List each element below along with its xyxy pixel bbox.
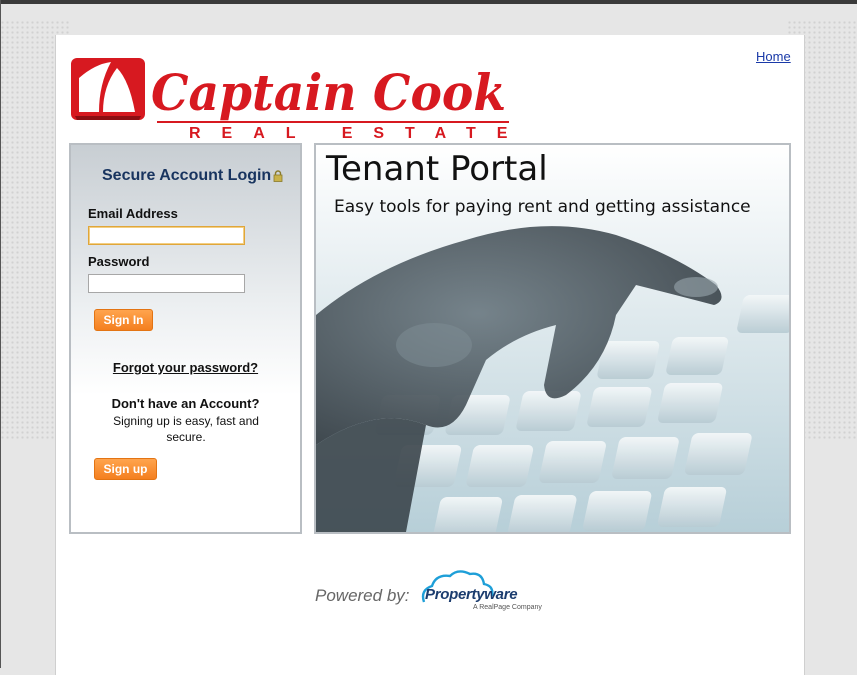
email-field[interactable] [88,226,245,245]
captain-cook-logo: Captain Cook REAL ESTATE [71,58,514,140]
home-link[interactable]: Home [756,49,791,64]
logo-sub-text: REAL ESTATE [189,125,514,140]
sign-in-button[interactable]: Sign In [94,309,153,331]
sign-up-button[interactable]: Sign up [94,458,157,480]
propertyware-tagline: A RealPage Company [473,604,542,611]
logo-main-text: Captain Cook [151,63,506,122]
no-account-text: Signing up is easy, fast and secure. [113,414,259,444]
hero-subtitle: Easy tools for paying rent and getting a… [334,197,751,217]
sail-logo-icon [71,58,145,120]
powered-by-label: Powered by: [315,586,410,605]
password-field[interactable] [88,274,245,293]
hero-title: Tenant Portal [326,149,548,189]
lock-icon [273,170,283,182]
page-container: Home Captain Cook REAL ESTATE Secure Acc… [55,35,805,675]
hero-banner: Tenant Portal Easy tools for paying rent… [314,143,791,534]
no-account-heading: Don't have an Account? [111,396,260,411]
window-top-border [0,0,857,4]
forgot-password-link[interactable]: Forgot your password? [71,360,300,375]
login-panel: Secure Account Login Email Address Passw… [69,143,302,534]
login-title: Secure Account Login [102,167,272,184]
email-label: Email Address [88,206,178,221]
propertyware-logo-text[interactable]: Propertyware [425,586,518,603]
password-label: Password [88,254,150,269]
